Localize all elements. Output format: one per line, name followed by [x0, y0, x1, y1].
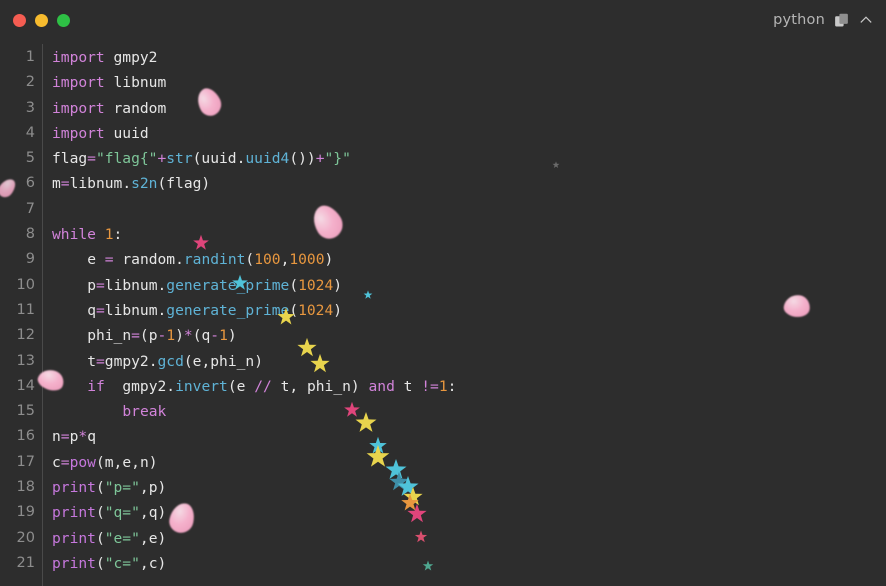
- code-line[interactable]: phi_n=(p-1)*(q-1): [52, 323, 886, 348]
- code-line[interactable]: c=pow(m,e,n): [52, 450, 886, 475]
- code-line[interactable]: if gmpy2.invert(e // t, phi_n) and t !=1…: [52, 374, 886, 399]
- code-line[interactable]: e = random.randint(100,1000): [52, 247, 886, 272]
- line-number: 16: [16, 428, 35, 445]
- line-number: 2: [25, 74, 35, 91]
- line-number: 12: [16, 327, 35, 344]
- line-number: 6: [25, 175, 35, 192]
- code-line[interactable]: print("q=",q): [52, 500, 886, 525]
- window-traffic-lights: [13, 13, 70, 27]
- title-bar: python: [0, 0, 886, 40]
- code-line[interactable]: print("e=",e): [52, 526, 886, 551]
- code-line[interactable]: print("p=",p): [52, 475, 886, 500]
- line-number: 4: [25, 124, 35, 141]
- code-line[interactable]: import gmpy2: [52, 45, 886, 70]
- code-line[interactable]: m=libnum.s2n(flag): [52, 171, 886, 196]
- line-number: 21: [16, 554, 35, 571]
- line-number: 9: [25, 251, 35, 268]
- maximize-button[interactable]: [57, 13, 70, 27]
- code-editor[interactable]: 1 2 3 4 5 6 7 8 9 10 11 12 13 14 15 16 1…: [0, 40, 886, 586]
- minimize-button[interactable]: [35, 13, 48, 27]
- line-number: 7: [25, 200, 35, 217]
- chevron-up-icon[interactable]: [858, 12, 874, 28]
- code-line[interactable]: import libnum: [52, 70, 886, 95]
- line-number: 17: [16, 453, 35, 470]
- line-number: 10: [16, 276, 35, 293]
- code-line[interactable]: [52, 197, 886, 222]
- line-number: 19: [16, 504, 35, 521]
- code-line[interactable]: p=libnum.generate_prime(1024): [52, 273, 886, 298]
- close-button[interactable]: [13, 13, 26, 27]
- line-number: 13: [16, 352, 35, 369]
- title-bar-actions: python: [773, 0, 874, 40]
- code-line[interactable]: import uuid: [52, 121, 886, 146]
- copy-icon[interactable]: [833, 12, 850, 29]
- code-line[interactable]: q=libnum.generate_prime(1024): [52, 298, 886, 323]
- code-line[interactable]: import random: [52, 96, 886, 121]
- line-number: 14: [16, 377, 35, 394]
- code-line[interactable]: while 1:: [52, 222, 886, 247]
- code-line[interactable]: break: [52, 399, 886, 424]
- code-snippet-window: python 1 2 3 4 5 6 7 8 9 10 11 12 13 14 …: [0, 0, 886, 586]
- language-label: python: [773, 12, 825, 28]
- line-number: 3: [25, 99, 35, 116]
- code-line[interactable]: flag="flag{"+str(uuid.uuid4())+"}": [52, 146, 886, 171]
- line-number: 1: [25, 49, 35, 65]
- line-number: 20: [16, 529, 35, 546]
- line-number: 8: [25, 226, 35, 243]
- line-number-gutter: 1 2 3 4 5 6 7 8 9 10 11 12 13 14 15 16 1…: [0, 40, 43, 586]
- code-line[interactable]: print("c=",c): [52, 551, 886, 576]
- line-number: 5: [25, 150, 35, 167]
- line-number: 18: [16, 479, 35, 496]
- code-lines[interactable]: import gmpy2 import libnum import random im…: [38, 40, 886, 586]
- code-line[interactable]: t=gmpy2.gcd(e,phi_n): [52, 349, 886, 374]
- line-number: 15: [16, 403, 35, 420]
- code-line[interactable]: n=p*q: [52, 424, 886, 449]
- line-number: 11: [16, 301, 35, 318]
